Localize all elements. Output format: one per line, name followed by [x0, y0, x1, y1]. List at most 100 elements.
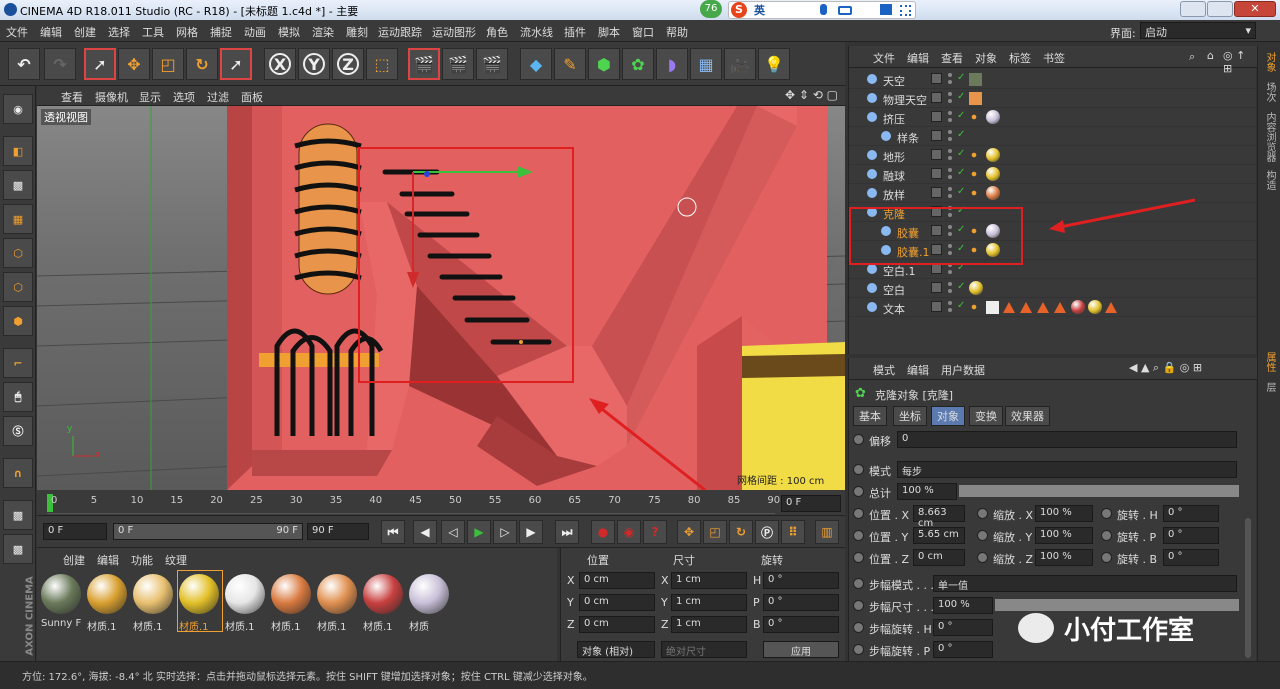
- end-frame-field[interactable]: 90 F: [307, 523, 369, 540]
- object-search-icon[interactable]: ⌕: [1189, 50, 1195, 64]
- visibility-dot-icon[interactable]: [948, 149, 952, 153]
- enabled-check-icon[interactable]: ✓: [957, 129, 965, 140]
- enabled-check-icon[interactable]: ✓: [957, 72, 965, 83]
- scale-tool-button[interactable]: ◰: [152, 48, 184, 80]
- attr-tab[interactable]: 对象: [931, 406, 965, 426]
- attr-field[interactable]: 100 %: [933, 597, 993, 614]
- render-dot-icon[interactable]: [948, 194, 952, 198]
- keyframe-selection-button[interactable]: ?: [643, 520, 667, 544]
- attr-field[interactable]: 8.663 cm: [913, 505, 965, 529]
- side-tab[interactable]: 对象: [1262, 52, 1277, 72]
- frame-range-slider[interactable]: 0 F 90 F: [113, 523, 303, 540]
- key-param-button[interactable]: Ⓟ: [755, 520, 779, 544]
- attr-field[interactable]: 100 %: [897, 483, 957, 500]
- attr-field[interactable]: 100 %: [1035, 549, 1093, 566]
- object-row[interactable]: 物理天空 ✓: [849, 89, 1257, 108]
- viewport-menu-item[interactable]: 摄像机: [95, 89, 128, 105]
- menu-item[interactable]: 模拟: [278, 24, 300, 40]
- viewport-menu-item[interactable]: 选项: [173, 89, 195, 105]
- pen-spline-button[interactable]: ✎: [554, 48, 586, 80]
- play-button[interactable]: ▶: [467, 520, 491, 544]
- object-row[interactable]: 融球 ✓: [849, 165, 1257, 184]
- tag-icon[interactable]: [1105, 302, 1117, 313]
- menu-item[interactable]: 网格: [176, 24, 198, 40]
- attr-radio[interactable]: [853, 600, 864, 611]
- tag-icon[interactable]: [969, 302, 979, 312]
- attr-tab[interactable]: 效果器: [1005, 406, 1050, 426]
- enabled-check-icon[interactable]: ✓: [957, 186, 965, 197]
- points-mode-button[interactable]: ⬡: [3, 238, 33, 268]
- menu-item[interactable]: 编辑: [40, 24, 62, 40]
- autokey-button[interactable]: ◉: [617, 520, 641, 544]
- menu-item[interactable]: 文件: [6, 24, 28, 40]
- material-swatch[interactable]: [133, 574, 173, 614]
- next-frame-button[interactable]: ▷: [493, 520, 517, 544]
- viewport-nav-icons[interactable]: ✥ ⇕ ⟲ ▢: [785, 88, 838, 102]
- material-swatch[interactable]: [271, 574, 311, 614]
- viewport-menu-item[interactable]: 过滤: [207, 89, 229, 105]
- attr-radio[interactable]: [853, 434, 864, 445]
- coord-size-field[interactable]: 1 cm: [671, 594, 747, 611]
- attr-field[interactable]: 5.65 cm: [913, 527, 965, 544]
- coord-pos-field[interactable]: 0 cm: [579, 572, 655, 589]
- menu-item[interactable]: 角色: [486, 24, 508, 40]
- coord-mode-select[interactable]: 对象 (相对): [577, 641, 655, 658]
- visibility-dot-icon[interactable]: [948, 187, 952, 191]
- attr-radio[interactable]: [853, 464, 864, 475]
- next-key-button[interactable]: ▶: [519, 520, 543, 544]
- layer-icon[interactable]: [931, 111, 942, 122]
- attr-radio[interactable]: [977, 530, 988, 541]
- object-name[interactable]: 挤压: [883, 111, 905, 127]
- enabled-check-icon[interactable]: ✓: [957, 91, 965, 102]
- object-row[interactable]: 样条 ✓: [849, 127, 1257, 146]
- layer-icon[interactable]: [931, 73, 942, 84]
- key-position-button[interactable]: ✥: [677, 520, 701, 544]
- material-swatch[interactable]: [409, 574, 449, 614]
- object-name[interactable]: 物理天空: [883, 92, 927, 108]
- tweak-mode-button[interactable]: 🖱: [3, 382, 33, 412]
- redo-button[interactable]: ↷: [44, 48, 76, 80]
- minimize-button[interactable]: [1180, 1, 1206, 17]
- undo-button[interactable]: ↶: [8, 48, 40, 80]
- menu-item[interactable]: 流水线: [520, 24, 553, 40]
- menu-item[interactable]: 渲染: [312, 24, 334, 40]
- object-menu-item[interactable]: 文件: [873, 50, 895, 66]
- tag-icon[interactable]: [969, 73, 982, 86]
- viewport-menu-item[interactable]: 面板: [241, 89, 263, 105]
- model-mode-button[interactable]: ◧: [3, 136, 33, 166]
- coordinate-system-button[interactable]: ⬚: [366, 48, 398, 80]
- object-menu-item[interactable]: 编辑: [907, 50, 929, 66]
- visibility-dot-icon[interactable]: [948, 130, 952, 134]
- layer-icon[interactable]: [931, 187, 942, 198]
- attr-radio[interactable]: [853, 530, 864, 541]
- layer-icon[interactable]: [931, 282, 942, 293]
- cloner-button[interactable]: ✿: [622, 48, 654, 80]
- attr-field[interactable]: 0 °: [1163, 549, 1219, 566]
- make-editable-button[interactable]: ◉: [3, 94, 33, 124]
- material-swatch[interactable]: [41, 574, 81, 614]
- tag-icon[interactable]: [1054, 302, 1066, 313]
- render-dot-icon[interactable]: [948, 137, 952, 141]
- apply-button[interactable]: 应用: [763, 641, 839, 658]
- render-dot-icon[interactable]: [948, 118, 952, 122]
- material-swatch[interactable]: [179, 574, 219, 614]
- layer-icon[interactable]: [931, 149, 942, 160]
- light-button[interactable]: 💡: [758, 48, 790, 80]
- deformer-button[interactable]: ◗: [656, 48, 688, 80]
- render-dot-icon[interactable]: [948, 175, 952, 179]
- attr-radio[interactable]: [853, 508, 864, 519]
- material-swatch[interactable]: [363, 574, 403, 614]
- timeline[interactable]: 0 F 0 5 10 15 20 25 30 35 40 45 50 55 60 65 70 75 80 85 90: [37, 490, 845, 516]
- visibility-dot-icon[interactable]: [948, 282, 952, 286]
- key-points-button[interactable]: ⠿: [781, 520, 805, 544]
- menu-item[interactable]: 窗口: [632, 24, 654, 40]
- floor-button[interactable]: ▦: [690, 48, 722, 80]
- menu-item[interactable]: 工具: [142, 24, 164, 40]
- viewport-menu-item[interactable]: 显示: [139, 89, 161, 105]
- attr-field[interactable]: 100 %: [1035, 527, 1093, 544]
- render-settings-button[interactable]: 🎬: [476, 48, 508, 80]
- attr-field[interactable]: 单一值: [933, 575, 1237, 592]
- enabled-check-icon[interactable]: ✓: [957, 281, 965, 292]
- attr-radio[interactable]: [1101, 508, 1112, 519]
- visibility-dot-icon[interactable]: [948, 168, 952, 172]
